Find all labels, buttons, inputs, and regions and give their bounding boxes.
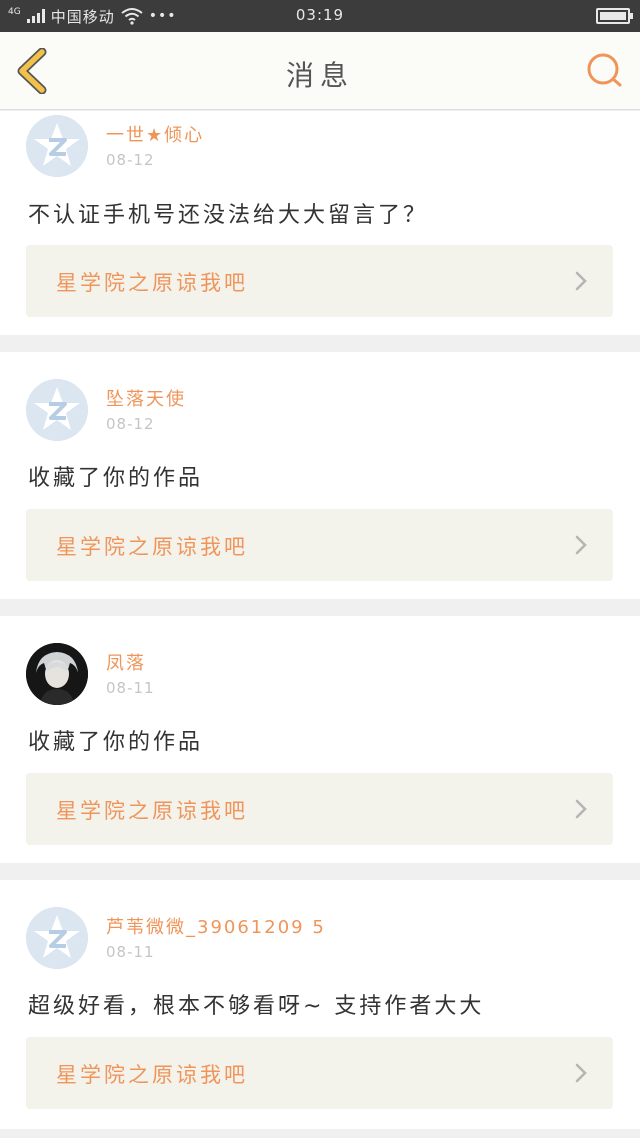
message-text: 超级好看，根本不够看呀~ 支持作者大大 xyxy=(28,994,485,1019)
message-text: 收藏了你的作品 xyxy=(28,730,204,755)
user-photo-avatar[interactable] xyxy=(26,643,88,705)
work-link-button[interactable]: 星学院之原谅我吧 xyxy=(26,773,613,845)
message-card: 坠落天使 08-12 收藏了你的作品 星学院之原谅我吧 xyxy=(0,352,640,599)
chevron-right-icon xyxy=(575,271,587,291)
app-header: 消息 xyxy=(0,32,640,110)
default-avatar-icon[interactable] xyxy=(26,115,88,177)
work-title: 星学院之原谅我吧 xyxy=(56,535,248,559)
message-card: 凤落 08-11 收藏了你的作品 星学院之原谅我吧 xyxy=(0,616,640,863)
default-avatar-icon[interactable] xyxy=(26,907,88,969)
username[interactable]: 一世★倾心 xyxy=(106,121,204,147)
message-date: 08-12 xyxy=(106,151,155,169)
message-card: 芦苇微微_39061209 5 08-11 超级好看，根本不够看呀~ 支持作者大… xyxy=(0,880,640,1129)
default-avatar-icon[interactable] xyxy=(26,379,88,441)
message-text: 不认证手机号还没法给大大留言了？ xyxy=(28,203,429,228)
message-date: 08-11 xyxy=(106,679,155,697)
work-link-button[interactable]: 星学院之原谅我吧 xyxy=(26,509,613,581)
search-icon xyxy=(587,53,622,87)
message-date: 08-12 xyxy=(106,415,155,433)
battery-icon xyxy=(596,8,633,24)
username[interactable]: 芦苇微微_39061209 5 xyxy=(106,913,326,939)
page-title: 消息 xyxy=(285,59,354,92)
username[interactable]: 凤落 xyxy=(106,649,146,675)
chevron-right-icon xyxy=(575,535,587,555)
chevron-right-icon xyxy=(575,1063,587,1083)
chevron-right-icon xyxy=(575,799,587,819)
clock: 03:19 xyxy=(295,6,345,24)
message-date: 08-11 xyxy=(106,943,155,961)
work-title: 星学院之原谅我吧 xyxy=(56,799,248,823)
work-title: 星学院之原谅我吧 xyxy=(56,271,248,295)
search-button[interactable] xyxy=(584,50,626,92)
message-card: 一世★倾心 08-12 不认证手机号还没法给大大留言了？ 星学院之原谅我吧 xyxy=(0,111,640,335)
work-title: 星学院之原谅我吧 xyxy=(56,1063,248,1087)
work-link-button[interactable]: 星学院之原谅我吧 xyxy=(26,1037,613,1109)
username[interactable]: 坠落天使 xyxy=(106,385,186,411)
status-bar: 4G 中国移动 ••• 03:19 xyxy=(0,0,640,32)
work-link-button[interactable]: 星学院之原谅我吧 xyxy=(26,245,613,317)
message-text: 收藏了你的作品 xyxy=(28,466,204,491)
